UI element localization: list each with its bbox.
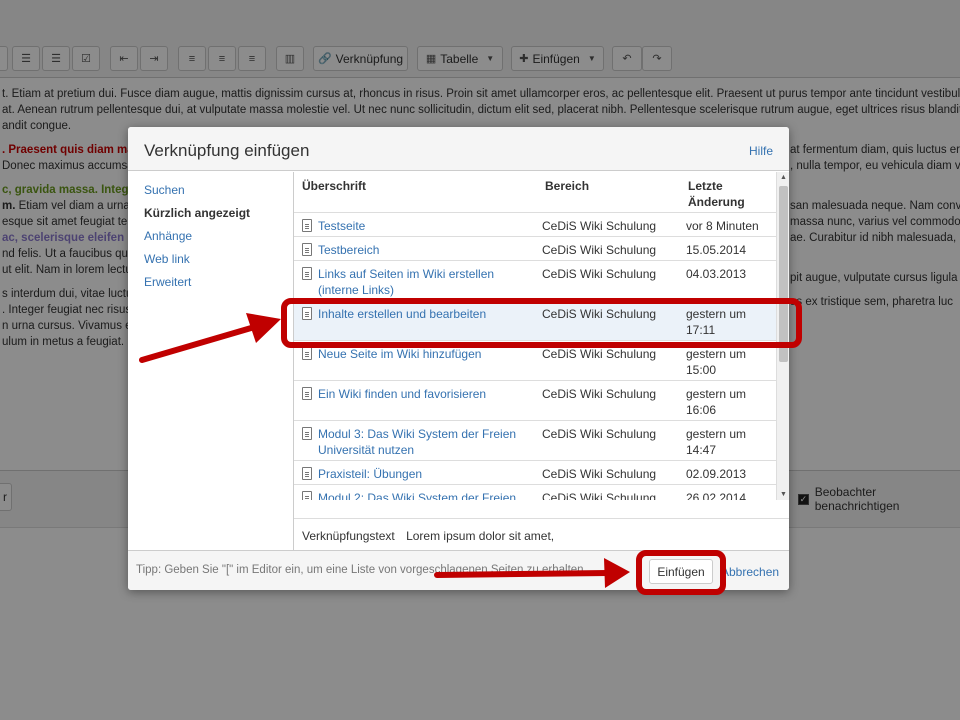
row-date: 26.02.2014 — [686, 491, 747, 500]
row-date: gestern um 16:06 — [686, 387, 747, 417]
nav-item-web-link[interactable]: Web link — [144, 252, 190, 266]
row-title[interactable]: Neue Seite im Wiki hinzufügen — [318, 346, 538, 362]
nav-item-advanced[interactable]: Erweitert — [144, 275, 191, 289]
column-header-date: Letzte Änderung — [688, 179, 745, 209]
row-date: 02.09.2013 — [686, 467, 747, 481]
nav-item-search[interactable]: Suchen — [144, 183, 185, 197]
row-title[interactable]: Links auf Seiten im Wiki erstellen (inte… — [318, 266, 538, 298]
row-date: gestern um 15:00 — [686, 347, 747, 377]
dialog-title: Verknüpfung einfügen — [144, 141, 310, 160]
tip-text: Tipp: Geben Sie "[" im Editor ein, um ei… — [136, 564, 587, 576]
dialog-main: Überschrift Bereich Letzte Änderung Test… — [293, 172, 789, 550]
row-date: 04.03.2013 — [686, 267, 747, 281]
scroll-down-icon[interactable]: ▼ — [777, 491, 789, 498]
link-text-row: Verknüpfungstext Lorem ipsum dolor sit a… — [294, 518, 789, 550]
link-text-label: Verknüpfungstext — [302, 529, 395, 543]
row-date: 15.05.2014 — [686, 243, 747, 257]
dialog-header: Verknüpfung einfügen Hilfe — [128, 127, 789, 171]
page-icon — [302, 491, 312, 500]
row-title[interactable]: Ein Wiki finden und favorisieren — [318, 386, 538, 402]
row-space: CeDiS Wiki Schulung — [542, 491, 657, 500]
highlight-selected-row — [281, 298, 802, 348]
help-link[interactable]: Hilfe — [749, 144, 773, 158]
page-icon — [302, 387, 312, 400]
row-date: gestern um 14:47 — [686, 427, 747, 457]
row-date: vor 8 Minuten — [686, 219, 759, 233]
table-row[interactable]: Modul 3: Das Wiki System der Freien Univ… — [294, 420, 776, 460]
column-header-title: Überschrift — [302, 179, 367, 193]
dialog-nav: Suchen Kürzlich angezeigt Anhänge Web li… — [128, 172, 293, 550]
row-title[interactable]: Testbereich — [318, 242, 538, 258]
row-title[interactable]: Testseite — [318, 218, 538, 234]
table-row[interactable]: Praxisteil: Übungen CeDiS Wiki Schulung … — [294, 460, 776, 484]
row-space: CeDiS Wiki Schulung — [542, 387, 657, 401]
column-header-space: Bereich — [545, 179, 590, 193]
page-icon — [302, 243, 312, 256]
row-space: CeDiS Wiki Schulung — [542, 219, 657, 233]
table-row[interactable]: Testseite CeDiS Wiki Schulung vor 8 Minu… — [294, 212, 776, 236]
table-row[interactable]: Modul 2: Das Wiki System der Freien CeDi… — [294, 484, 776, 500]
page-icon — [302, 467, 312, 480]
page-icon — [302, 427, 312, 440]
row-space: CeDiS Wiki Schulung — [542, 467, 657, 481]
row-space: CeDiS Wiki Schulung — [542, 243, 657, 257]
row-title[interactable]: Modul 2: Das Wiki System der Freien — [318, 490, 538, 500]
link-text-input[interactable]: Lorem ipsum dolor sit amet, — [406, 529, 554, 543]
row-title[interactable]: Modul 3: Das Wiki System der Freien Univ… — [318, 426, 538, 458]
row-space: CeDiS Wiki Schulung — [542, 267, 657, 281]
page-icon — [302, 267, 312, 280]
row-title[interactable]: Praxisteil: Übungen — [318, 466, 538, 482]
nav-item-attachments[interactable]: Anhänge — [144, 229, 192, 243]
insert-link-dialog: Verknüpfung einfügen Hilfe Suchen Kürzli… — [128, 127, 789, 590]
table-row[interactable]: Ein Wiki finden und favorisieren CeDiS W… — [294, 380, 776, 420]
scroll-up-icon[interactable]: ▲ — [777, 174, 789, 181]
table-row[interactable]: Links auf Seiten im Wiki erstellen (inte… — [294, 260, 776, 300]
row-space: CeDiS Wiki Schulung — [542, 427, 657, 441]
page-icon — [302, 219, 312, 232]
cancel-link[interactable]: Abbrechen — [721, 565, 779, 579]
highlight-insert-button — [636, 550, 726, 595]
page-icon — [302, 347, 312, 360]
table-row[interactable]: Testbereich CeDiS Wiki Schulung 15.05.20… — [294, 236, 776, 260]
row-space: CeDiS Wiki Schulung — [542, 347, 657, 361]
nav-item-recently-viewed[interactable]: Kürzlich angezeigt — [144, 206, 250, 220]
